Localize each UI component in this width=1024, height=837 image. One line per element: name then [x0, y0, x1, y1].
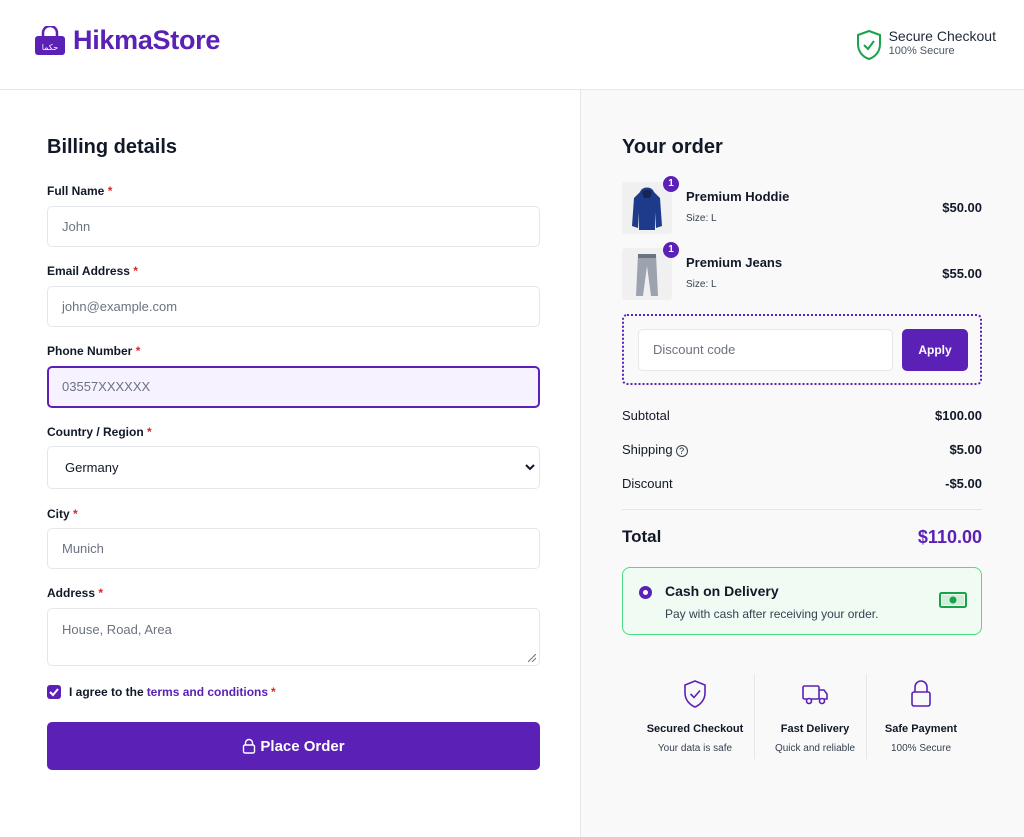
address-placeholder: House, Road, Area	[62, 622, 172, 637]
phone-label: Phone Number *	[47, 344, 141, 358]
discount-code-input[interactable]: Discount code	[638, 329, 893, 371]
shopping-bag-icon: حكما	[33, 24, 67, 56]
shipping-row: Shipping? $5.00	[622, 442, 982, 457]
feature-title: Fast Delivery	[780, 723, 850, 735]
place-order-label: Place Order	[260, 737, 345, 755]
payment-option-cod[interactable]: Cash on Delivery Pay with cash after rec…	[622, 567, 982, 635]
checkmark-icon	[49, 688, 59, 697]
total-row: Total $110.00	[622, 527, 982, 547]
terms-checkbox[interactable]	[47, 685, 61, 699]
address-textarea[interactable]: House, Road, Area	[47, 608, 540, 666]
payment-title: Cash on Delivery	[665, 583, 779, 599]
feature-sub: Your data is safe	[657, 743, 733, 754]
apply-discount-button[interactable]: Apply	[902, 329, 968, 371]
payment-description: Pay with cash after receiving your order…	[665, 607, 879, 621]
divider	[754, 674, 755, 759]
brand-name: HikmaStore	[73, 25, 221, 55]
phone-input[interactable]: 03557XXXXXX	[47, 366, 540, 408]
email-input[interactable]: john@example.com	[47, 286, 540, 327]
country-label: Country / Region *	[47, 425, 152, 439]
item-price: $50.00	[942, 200, 982, 215]
feature-title: Secured Checkout	[646, 723, 744, 735]
full-name-input[interactable]: John	[47, 206, 540, 247]
discount-label: Discount	[622, 476, 673, 491]
subtotal-label: Subtotal	[622, 408, 670, 423]
full-name-label: Full Name *	[47, 184, 113, 198]
shield-check-icon	[856, 29, 881, 61]
feature-fast-delivery: Fast Delivery Quick and reliable	[760, 679, 870, 754]
payment-radio[interactable]	[639, 586, 652, 599]
email-label: Email Address *	[47, 264, 138, 278]
place-order-button[interactable]: Place Order	[47, 722, 540, 770]
total-label: Total	[622, 527, 662, 546]
shield-check-icon	[684, 680, 706, 708]
lock-icon	[911, 680, 931, 707]
item-size: Size: L	[686, 279, 717, 290]
truck-icon	[802, 685, 828, 705]
bag-label: حكما	[42, 43, 58, 52]
city-label: City *	[47, 507, 78, 521]
required-mark: *	[271, 685, 276, 699]
secure-checkout-sub: 100% Secure	[888, 45, 955, 57]
feature-title: Safe Payment	[884, 723, 958, 735]
item-price: $55.00	[942, 266, 982, 281]
discount-row: Discount -$5.00	[622, 476, 982, 491]
brand-logo[interactable]: حكما HikmaStore	[33, 24, 221, 56]
secure-checkout-badge: Secure Checkout 100% Secure	[856, 28, 996, 61]
divider	[622, 509, 982, 510]
total-value: $110.00	[917, 527, 982, 547]
order-item: 1 Premium Hoddie Size: L $50.00	[622, 176, 982, 234]
cash-icon	[939, 592, 967, 608]
billing-section: Billing details Full Name * John Email A…	[47, 134, 540, 770]
shipping-label: Shipping	[622, 442, 673, 457]
feature-safe-payment: Safe Payment 100% Secure	[866, 679, 976, 754]
terms-link[interactable]: terms and conditions	[147, 685, 268, 699]
discount-value: -$5.00	[945, 476, 982, 491]
feature-sub: 100% Secure	[890, 743, 952, 754]
item-size: Size: L	[686, 213, 717, 224]
city-input[interactable]: Munich	[47, 528, 540, 569]
agree-text: I agree to the	[69, 685, 144, 699]
resize-handle-icon[interactable]	[528, 654, 536, 662]
address-label: Address *	[47, 586, 104, 600]
shipping-value: $5.00	[949, 442, 982, 457]
order-item: 1 Premium Jeans Size: L $55.00	[622, 242, 982, 300]
secure-checkout-title: Secure Checkout	[888, 28, 996, 44]
feature-secured-checkout: Secured Checkout Your data is safe	[640, 679, 750, 754]
billing-title: Billing details	[47, 136, 178, 158]
country-value: Germany	[65, 460, 119, 475]
item-name: Premium Hoddie	[686, 189, 790, 204]
country-select[interactable]: Germany	[47, 446, 540, 489]
order-summary: Your order 1 Premium Hoddie Size: L $50.…	[622, 134, 982, 759]
lock-icon	[243, 738, 256, 754]
subtotal-value: $100.00	[935, 408, 982, 423]
subtotal-row: Subtotal $100.00	[622, 408, 982, 423]
item-name: Premium Jeans	[686, 255, 783, 270]
discount-section: Discount code Apply	[622, 314, 982, 385]
quantity-badge: 1	[663, 242, 679, 258]
terms-agreement: I agree to the terms and conditions *	[47, 685, 276, 699]
feature-sub: Quick and reliable	[774, 743, 856, 754]
quantity-badge: 1	[663, 176, 679, 192]
help-icon[interactable]: ?	[675, 445, 688, 457]
site-header: حكما HikmaStore Secure Checkout 100% Sec…	[0, 0, 1024, 90]
chevron-down-icon	[525, 464, 535, 471]
order-title: Your order	[622, 136, 723, 158]
